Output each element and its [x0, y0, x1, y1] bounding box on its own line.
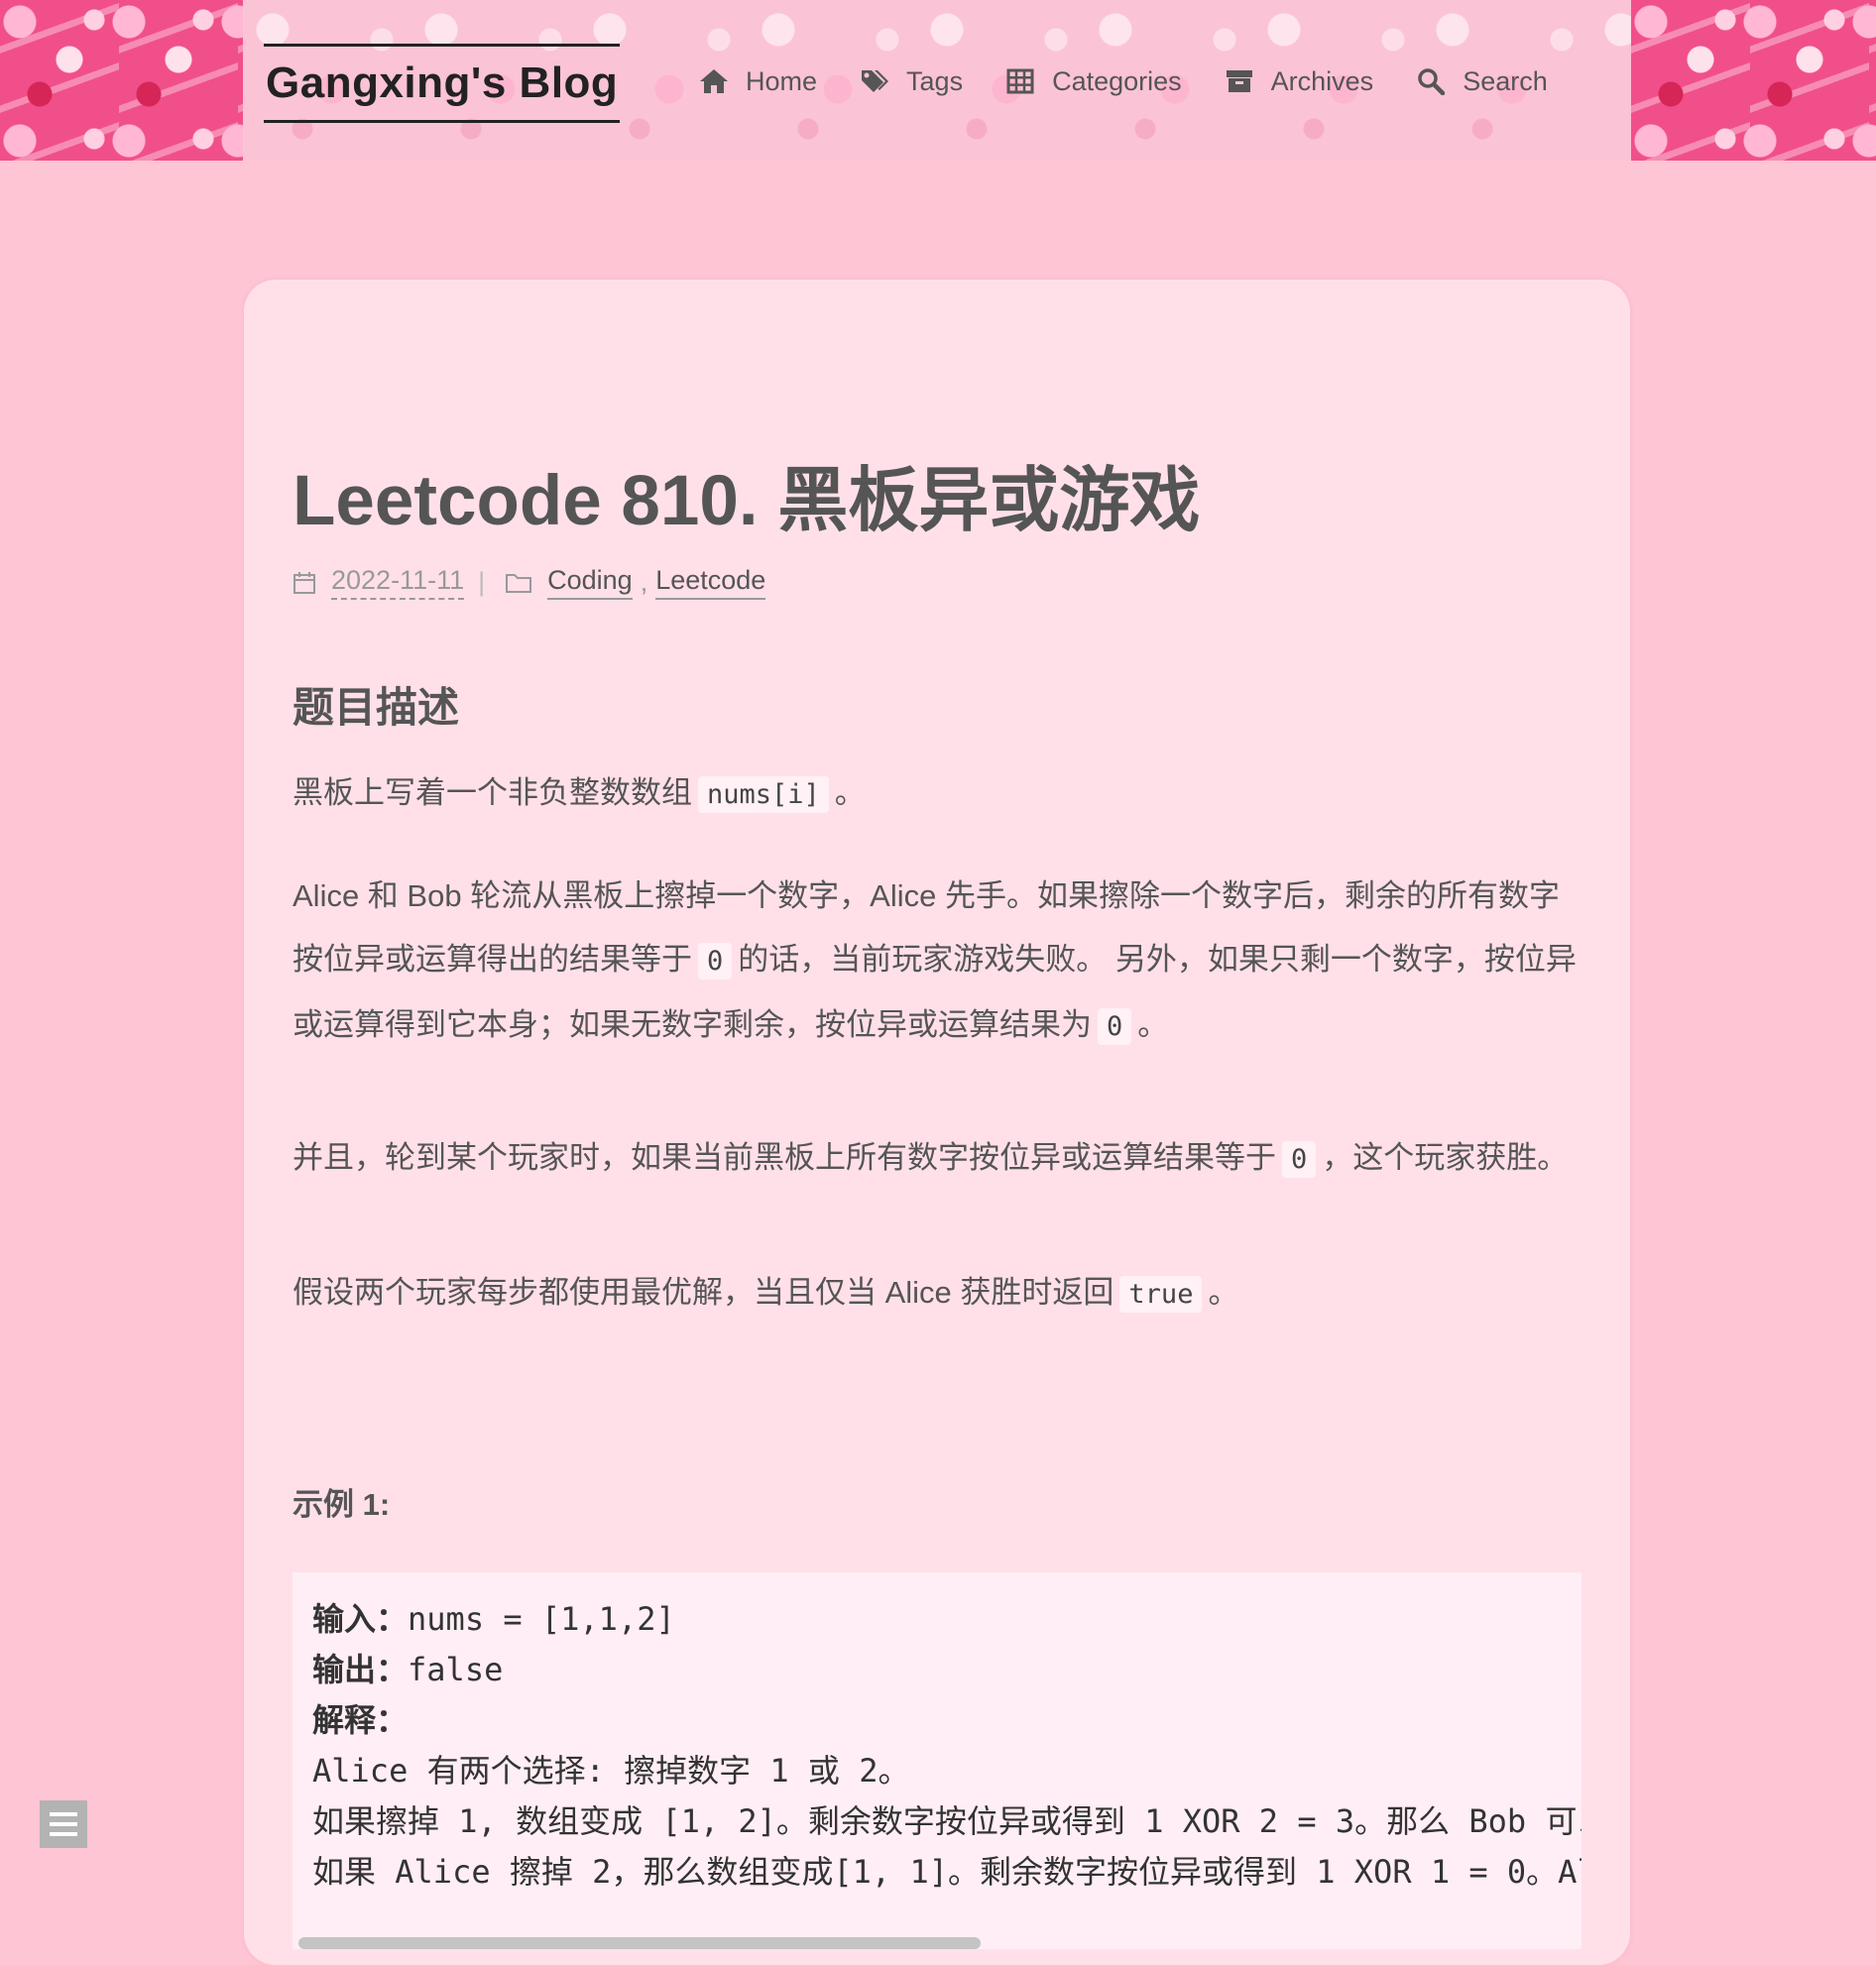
sidebar-toggle-button[interactable] — [40, 1800, 87, 1848]
p4-text: 假设两个玩家每步都使用最优解，当且仅当 Alice 获胜时返回 — [293, 1275, 1114, 1310]
nav-home-label: Home — [746, 65, 818, 96]
example-label: 示例 1: — [293, 1487, 391, 1522]
nav-search[interactable]: Search — [1416, 66, 1548, 97]
paragraph-2: Alice 和 Bob 轮流从黑板上擦掉一个数字，Alice 先手。如果擦除一个… — [293, 865, 1582, 1059]
nav-tags-label: Tags — [906, 65, 964, 96]
p1-code: nums[i] — [698, 776, 829, 813]
example-pre: 输入：nums = [1,1,2] 输出：false 解释： Alice 有两个… — [293, 1572, 1582, 1919]
post-date: 2022-11-11 — [331, 565, 465, 600]
explain-line-1: Alice 有两个选择: 擦掉数字 1 或 2。 — [312, 1752, 910, 1790]
paragraph-3: 并且，轮到某个玩家时，如果当前黑板上所有数字按位异或运算结果等于 0 ，这个玩家获胜… — [293, 1126, 1582, 1192]
p2-code-2: 0 — [1098, 1008, 1132, 1045]
header-banner-left — [0, 0, 243, 161]
nav-home[interactable]: Home — [699, 66, 817, 97]
p3-code: 0 — [1282, 1141, 1317, 1178]
category-link-leetcode[interactable]: Leetcode — [655, 565, 766, 600]
header-banner-right — [1631, 0, 1876, 161]
tags-icon — [860, 66, 889, 96]
output-label: 输出： — [312, 1651, 409, 1688]
post-card: Leetcode 810. 黑板异或游戏 2022-11-11 | Coding… — [244, 280, 1630, 1965]
explain-label: 解释： — [312, 1701, 409, 1739]
menu-icon-bar — [50, 1812, 77, 1816]
code-horizontal-scrollbar[interactable] — [298, 1937, 981, 1949]
th-icon — [1005, 66, 1035, 96]
post-meta: 2022-11-11 | Coding , Leetcode — [293, 565, 766, 600]
menu-icon-bar — [50, 1822, 77, 1826]
nav-categories-label: Categories — [1052, 65, 1182, 96]
section-heading: 题目描述 — [293, 684, 460, 731]
site-title-link[interactable]: Gangxing's Blog — [264, 44, 621, 123]
example-code-block[interactable]: 输入：nums = [1,1,2] 输出：false 解释： Alice 有两个… — [293, 1572, 1582, 1949]
site-header: Gangxing's Blog Home Tags Categories Arc… — [0, 0, 1876, 161]
p2-text-3: 。 — [1137, 1007, 1169, 1042]
archive-icon — [1225, 66, 1254, 96]
p3-end: ，这个玩家获胜。 — [1322, 1140, 1569, 1175]
p1-text: 黑板上写着一个非负整数数组 — [293, 775, 692, 810]
input-label: 输入： — [312, 1600, 409, 1638]
p4-code: true — [1119, 1276, 1203, 1313]
nav-tags[interactable]: Tags — [860, 66, 963, 97]
main-nav: Home Tags Categories Archives Search — [699, 61, 1548, 101]
folder-icon — [505, 571, 532, 595]
p4-end: 。 — [1208, 1275, 1239, 1310]
p3-text: 并且，轮到某个玩家时，如果当前黑板上所有数字按位异或运算结果等于 — [293, 1140, 1276, 1175]
p1-end: 。 — [834, 775, 866, 810]
nav-archives[interactable]: Archives — [1225, 65, 1374, 97]
home-icon — [699, 66, 729, 96]
nav-archives-label: Archives — [1270, 65, 1374, 96]
paragraph-1: 黑板上写着一个非负整数数组 nums[i]。 — [293, 761, 1582, 827]
calendar-icon — [293, 571, 316, 595]
explain-line-3: 如果 Alice 擦掉 2，那么数组变成[1, 1]。剩余数字按位异或得到 1 … — [312, 1853, 1582, 1891]
paragraph-4: 假设两个玩家每步都使用最优解，当且仅当 Alice 获胜时返回 true。 — [293, 1261, 1582, 1327]
post-title: Leetcode 810. 黑板异或游戏 — [293, 462, 1201, 540]
nav-search-label: Search — [1463, 65, 1548, 96]
category-link-coding[interactable]: Coding — [547, 565, 633, 600]
output-value: false — [408, 1651, 504, 1688]
nav-categories[interactable]: Categories — [1005, 66, 1182, 97]
category-separator: , — [640, 567, 648, 597]
explain-line-2: 如果擦掉 1, 数组变成 [1, 2]。剩余数字按位异或得到 1 XOR 2 =… — [312, 1802, 1582, 1840]
p2-code-1: 0 — [698, 943, 733, 980]
search-icon — [1416, 66, 1446, 96]
menu-icon-bar — [50, 1832, 77, 1836]
input-value: nums = [1,1,2] — [408, 1600, 675, 1638]
meta-divider: | — [478, 567, 486, 597]
